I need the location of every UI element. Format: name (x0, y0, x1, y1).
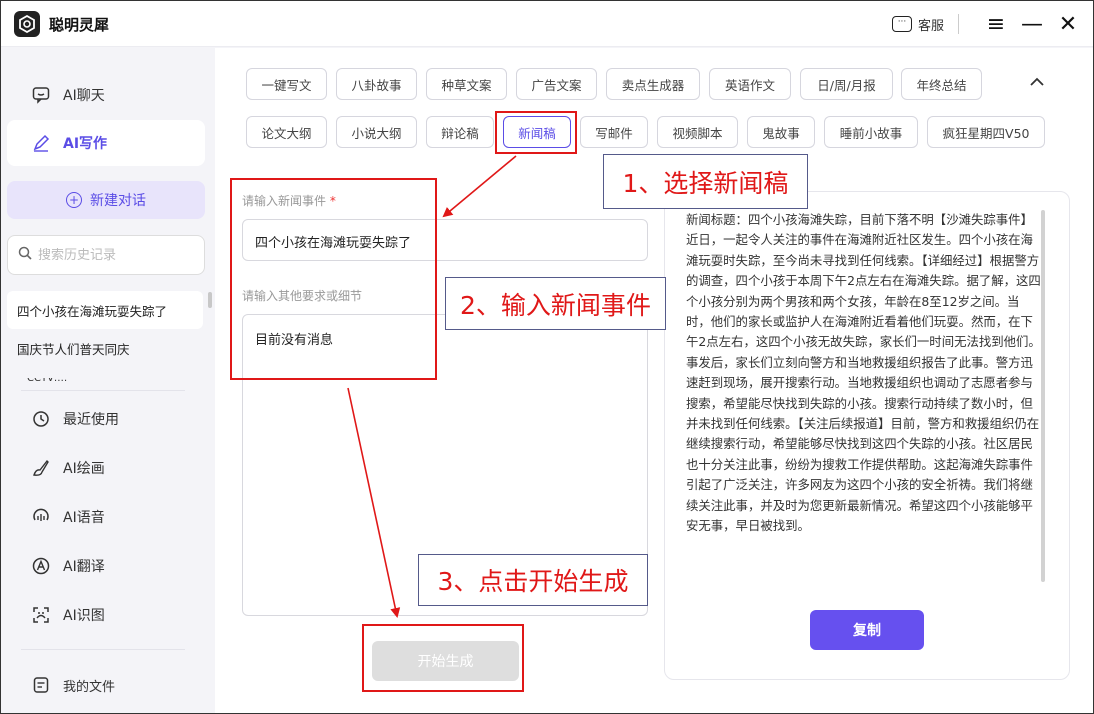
voice-icon (31, 507, 51, 527)
highlight-box-form (230, 178, 437, 380)
category-chip[interactable]: 视频脚本 (657, 116, 738, 148)
sidebar-item-label: AI聊天 (63, 88, 105, 104)
sidebar-item-ai-writing[interactable]: AI写作 (7, 120, 205, 166)
new-chat-button[interactable]: + 新建对话 (7, 181, 205, 219)
sidebar-item-label: 最近使用 (63, 412, 119, 428)
history-search[interactable] (7, 235, 205, 275)
customer-service-button[interactable]: ··· 客服 (891, 15, 944, 34)
copy-button[interactable]: 复制 (810, 610, 924, 650)
category-chip[interactable]: 年终总结 (901, 68, 982, 100)
annotation-step3: 3、点击开始生成 (418, 554, 648, 606)
category-chip[interactable]: 卖点生成器 (606, 68, 700, 100)
plus-icon: + (66, 192, 82, 208)
category-chip[interactable]: 小说大纲 (336, 116, 417, 148)
pen-icon (31, 133, 51, 153)
translate-icon (31, 556, 51, 576)
highlight-box-news-chip (495, 111, 577, 154)
sidebar: AI聊天 AI写作 + 新建对话 四个小孩在海滩玩耍失踪了 国庆节人们普天同庆 … (1, 48, 214, 713)
app-window: 聪明灵犀 ··· 客服 ≡ — ✕ AI聊天 AI写作 + 新建对话 搜索历史记… (0, 0, 1094, 714)
category-chip[interactable]: 广告文案 (516, 68, 597, 100)
search-icon (18, 246, 32, 264)
history-item[interactable]: 四个小孩在海滩玩耍失踪了 (7, 291, 203, 329)
category-chip[interactable]: 鬼故事 (747, 116, 815, 148)
annotation-step2: 2、输入新闻事件 (445, 277, 666, 330)
category-chip[interactable]: 写邮件 (580, 116, 648, 148)
sidebar-item-label: AI写作 (63, 136, 108, 152)
history-item[interactable]: 国庆节人们普天同庆 (7, 329, 203, 367)
highlight-box-generate (362, 624, 524, 692)
sidebar-item-my-files[interactable]: 我的文件 (7, 662, 205, 708)
new-chat-label: 新建对话 (90, 193, 146, 209)
category-chip[interactable]: 种草文案 (426, 68, 507, 100)
minimize-icon[interactable]: — (1017, 11, 1047, 37)
writing-workspace: 一键写文 八卦故事 种草文案 广告文案 卖点生成器 英语作文 日/周/月报 年终… (215, 48, 1093, 713)
sidebar-item-label: AI语音 (63, 510, 105, 526)
menu-icon[interactable]: ≡ (981, 11, 1011, 37)
clock-icon (31, 409, 51, 429)
category-chip[interactable]: 一键写文 (246, 68, 327, 100)
sidebar-item-label: AI翻译 (63, 559, 105, 575)
paint-brush-icon (31, 458, 51, 478)
sidebar-item-ai-image-recognition[interactable]: AI识图 (7, 592, 205, 638)
scan-image-icon (31, 605, 51, 625)
chat-bubble-icon: ··· (891, 16, 912, 32)
sidebar-item-label: 我的文件 (63, 679, 116, 695)
sidebar-divider (21, 390, 185, 391)
history-search-input[interactable] (38, 247, 188, 263)
category-chip[interactable]: 辩论稿 (426, 116, 494, 148)
history-scrollbar[interactable] (208, 292, 212, 308)
annotation-step1: 1、选择新闻稿 (603, 154, 808, 209)
sidebar-item-recent[interactable]: 最近使用 (7, 396, 205, 442)
customer-service-label: 客服 (917, 18, 944, 34)
sidebar-item-ai-chat[interactable]: AI聊天 (7, 72, 205, 118)
sidebar-item-label: AI绘画 (63, 461, 105, 477)
sidebar-item-ai-voice[interactable]: AI语音 (7, 494, 205, 540)
category-chip[interactable]: 睡前小故事 (824, 116, 918, 148)
category-chip[interactable]: 疯狂星期四V50 (927, 116, 1045, 148)
chat-icon (31, 85, 51, 105)
result-scrollbar[interactable] (1041, 210, 1045, 582)
category-chip[interactable]: 英语作文 (709, 68, 791, 100)
titlebar-divider (958, 14, 959, 34)
file-icon (31, 675, 51, 695)
category-chip[interactable]: 日/周/月报 (800, 68, 893, 100)
sidebar-item-ai-painting[interactable]: AI绘画 (7, 445, 205, 491)
title-bar: 聪明灵犀 ··· 客服 ≡ — ✕ (1, 1, 1093, 47)
category-chip[interactable]: 论文大纲 (246, 116, 327, 148)
hexagon-logo-icon (14, 11, 40, 37)
sidebar-item-label: AI识图 (63, 608, 105, 624)
sidebar-divider (21, 649, 185, 650)
app-name: 聪明灵犀 (49, 16, 110, 34)
sidebar-item-ai-translate[interactable]: AI翻译 (7, 543, 205, 589)
close-icon[interactable]: ✕ (1053, 11, 1083, 37)
chevron-up-icon[interactable] (1023, 68, 1051, 96)
result-panel: 新闻标题：四个小孩海滩失踪，目前下落不明【沙滩失踪事件】近日，一起令人关注的事件… (664, 191, 1070, 680)
category-chip[interactable]: 八卦故事 (336, 68, 417, 100)
history-item-partial[interactable]: CCTV…… (27, 378, 67, 382)
result-text: 新闻标题：四个小孩海滩失踪，目前下落不明【沙滩失踪事件】近日，一起令人关注的事件… (686, 212, 1041, 534)
